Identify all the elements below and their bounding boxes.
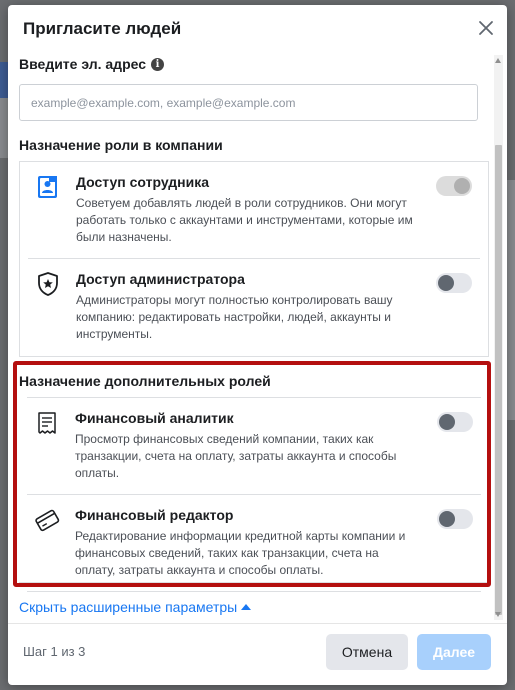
- backdrop-panel-left: [0, 98, 8, 158]
- receipt-icon: [38, 412, 56, 434]
- close-button[interactable]: [475, 17, 497, 39]
- dialog-body: Введите эл. адрес i Назначение роли в ко…: [8, 51, 495, 621]
- email-label: Введите эл. адрес i: [19, 56, 165, 72]
- admin-shield-icon: [38, 272, 58, 296]
- additional-roles-box: Финансовый аналитик Просмотр финансовых …: [19, 397, 489, 592]
- email-input[interactable]: [19, 84, 478, 121]
- finance-analyst-toggle[interactable]: [437, 412, 473, 432]
- role-description: Редактирование информации кредитной карт…: [75, 529, 406, 577]
- employee-access-toggle[interactable]: [436, 176, 472, 196]
- role-name: Доступ сотрудника: [76, 174, 210, 190]
- role-admin: Доступ администратора Администраторы мог…: [28, 258, 480, 355]
- dialog-footer: Шаг 1 из 3 Отмена Далее: [8, 623, 507, 685]
- role-description: Советуем добавлять людей в роли сотрудни…: [76, 196, 413, 244]
- scrollbar-thumb[interactable]: [495, 145, 502, 615]
- role-description: Администраторы могут полностью контролир…: [76, 293, 393, 341]
- additional-roles-title: Назначение дополнительных ролей: [19, 373, 271, 389]
- advanced-link-text: Скрыть расширенные параметры: [19, 599, 238, 615]
- scroll-up-arrow-icon[interactable]: [495, 58, 501, 63]
- role-finance-analyst: Финансовый аналитик Просмотр финансовых …: [27, 397, 481, 494]
- scrollbar[interactable]: [494, 55, 503, 620]
- credit-card-icon: [35, 509, 60, 532]
- role-name: Финансовый редактор: [75, 507, 234, 523]
- email-label-text: Введите эл. адрес: [19, 56, 147, 72]
- hide-advanced-link[interactable]: Скрыть расширенные параметры: [19, 599, 252, 615]
- role-name: Финансовый аналитик: [75, 410, 234, 426]
- finance-editor-toggle[interactable]: [437, 509, 473, 529]
- company-roles-title: Назначение роли в компании: [19, 137, 223, 153]
- backdrop-strip: [0, 62, 8, 98]
- invite-people-dialog: Пригласите людей Введите эл. адрес i Наз…: [8, 5, 507, 685]
- toggle-knob: [454, 178, 470, 194]
- next-button[interactable]: Далее: [417, 634, 491, 670]
- toggle-knob: [438, 275, 454, 291]
- role-employee: Доступ сотрудника Советуем добавлять люд…: [28, 162, 480, 258]
- employee-badge-icon: [38, 176, 57, 198]
- close-icon: [479, 21, 493, 35]
- toggle-knob: [439, 511, 455, 527]
- cancel-button[interactable]: Отмена: [326, 634, 408, 670]
- role-name: Доступ администратора: [76, 271, 245, 287]
- info-icon[interactable]: i: [151, 57, 165, 71]
- dialog-title: Пригласите людей: [23, 19, 182, 38]
- admin-access-toggle[interactable]: [436, 273, 472, 293]
- toggle-knob: [439, 414, 455, 430]
- backdrop-panel-right: [507, 180, 515, 420]
- caret-up-icon: [241, 604, 252, 610]
- step-indicator: Шаг 1 из 3: [23, 644, 86, 659]
- dialog-header: Пригласите людей: [8, 5, 507, 51]
- company-roles-box: Доступ сотрудника Советуем добавлять люд…: [19, 161, 489, 357]
- role-finance-editor: Финансовый редактор Редактирование инфор…: [27, 494, 481, 592]
- scroll-down-arrow-icon[interactable]: [495, 612, 501, 617]
- role-description: Просмотр финансовых сведений компании, т…: [75, 432, 397, 480]
